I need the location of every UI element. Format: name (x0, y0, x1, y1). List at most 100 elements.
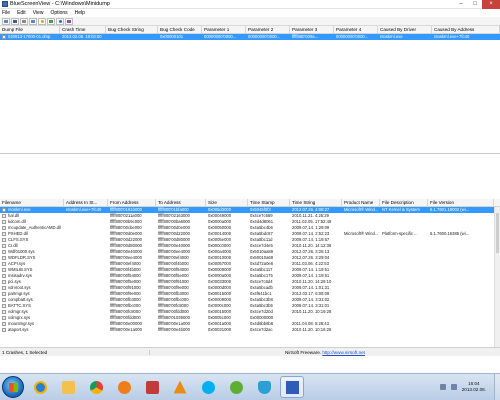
close-button[interactable]: × (482, 0, 500, 9)
file-icon (2, 286, 6, 290)
table-cell: 020813-17000-01.dmp (0, 34, 60, 40)
taskbar-folder-button[interactable] (56, 376, 80, 398)
status-credit: NirSoft Freeware. http://www.nirsoft.net (150, 350, 500, 355)
open-button[interactable] (2, 17, 10, 25)
start-button[interactable] (2, 376, 24, 398)
table-row[interactable]: ataport.sys fffff880'00e1a000 fffff880'00e… (0, 327, 500, 333)
table-cell: fffff880'00e1a000 (110, 327, 142, 332)
column-header[interactable]: Parameter 3 (290, 26, 334, 33)
clock[interactable]: 16:04 2013.02.08. (462, 381, 486, 393)
toolbar (0, 17, 500, 26)
dump-list-rows: 020813-17000-01.dmp 2013.02.08. 18:03:00 0… (0, 34, 500, 40)
taskbar-media-player-button[interactable] (112, 376, 136, 398)
status-count: 1 Crashes, 1 Selected (0, 349, 150, 355)
table-cell (380, 327, 428, 333)
taskbar-vlc-button[interactable] (168, 376, 192, 398)
splitter-area[interactable] (0, 154, 500, 199)
title-bar: BlueScreenView - C:\Windows\Minidump – □… (0, 0, 500, 9)
taskbar-bluescreenview-button[interactable] (280, 376, 304, 398)
tray-network-icon[interactable] (439, 384, 446, 390)
find-button[interactable] (38, 17, 46, 25)
show-desktop-button[interactable] (494, 374, 500, 400)
exit-button[interactable] (65, 17, 73, 25)
minimize-button[interactable]: – (454, 0, 468, 9)
tray-volume-icon[interactable] (450, 384, 457, 390)
menu-edit[interactable]: Edit (17, 10, 26, 16)
properties-icon (31, 19, 35, 23)
column-header[interactable]: Bug Check Code (158, 26, 202, 33)
column-header[interactable]: File Description (380, 199, 428, 206)
menu-file[interactable]: File (2, 10, 10, 16)
find-icon (40, 19, 44, 23)
column-header[interactable]: Parameter 2 (246, 26, 290, 33)
column-header[interactable]: Filename (0, 199, 64, 206)
column-header[interactable]: Size (206, 199, 248, 206)
app-icon (145, 380, 159, 394)
window-title: BlueScreenView - C:\Windows\Minidump (10, 1, 110, 7)
file-icon (2, 220, 6, 224)
dump-list-header: Dump File Crash Time Bug Check String Bug C… (0, 26, 500, 34)
column-header[interactable]: Dump File (0, 26, 60, 33)
file-icon (2, 226, 6, 230)
about-button[interactable] (56, 17, 64, 25)
taskbar-app-button[interactable] (140, 376, 164, 398)
windows-logo-icon (8, 382, 18, 392)
column-header[interactable]: Address In St... (64, 199, 108, 206)
table-cell: 0x00031000 (208, 327, 232, 332)
table-cell: fffff880'009a... (292, 34, 319, 39)
table-cell (106, 34, 158, 40)
column-header[interactable]: To Address (156, 199, 206, 206)
file-icon (2, 256, 6, 260)
table-row[interactable]: 020813-17000-01.dmp 2013.02.08. 18:03:00 0… (0, 34, 500, 40)
column-header[interactable]: File Version (428, 199, 494, 206)
properties-button[interactable] (29, 17, 37, 25)
bluescreenview-app-icon (2, 1, 8, 7)
column-header[interactable]: Time String (290, 199, 342, 206)
save-icon (13, 19, 17, 23)
desktop-strip (0, 356, 500, 373)
column-header[interactable]: Parameter 4 (334, 26, 378, 33)
table-cell: ntoskrnl.exe+7fc40 (434, 34, 470, 39)
table-cell (342, 327, 380, 333)
driver-list-rows: ntoskrnl.exe ntoskrnl.exe+7fc40 fffff800'0… (0, 207, 500, 333)
copy-button[interactable] (20, 17, 28, 25)
driver-list-scrollbar[interactable] (494, 207, 500, 347)
column-header[interactable]: Bug Check String (106, 26, 158, 33)
column-header[interactable]: Caused By Address (432, 26, 500, 33)
about-icon (58, 19, 62, 23)
taskbar-internet-explorer-button[interactable] (28, 376, 52, 398)
table-cell: 2013.02.08. 18:03:00 (62, 34, 102, 39)
menu-view[interactable]: View (33, 10, 44, 16)
file-icon (2, 298, 6, 302)
scrollbar-thumb[interactable] (496, 213, 499, 253)
taskbar-shield-button[interactable] (252, 376, 276, 398)
open-icon (4, 19, 8, 23)
column-header[interactable]: From Address (108, 199, 156, 206)
column-header[interactable]: Time Stamp (248, 199, 290, 206)
column-header[interactable]: Caused By Driver (378, 26, 432, 33)
file-icon (2, 328, 6, 332)
column-header[interactable]: Product Name (342, 199, 380, 206)
skype-icon (201, 380, 215, 394)
file-icon (2, 274, 6, 278)
table-cell (428, 327, 494, 333)
table-cell: 00000000'0000... (204, 34, 237, 39)
file-icon (2, 310, 6, 314)
html-report-button[interactable] (47, 17, 55, 25)
maximize-button[interactable]: □ (468, 0, 482, 9)
save-button[interactable] (11, 17, 19, 25)
taskbar-chrome-button[interactable] (84, 376, 108, 398)
file-icon (2, 268, 6, 272)
menu-options[interactable]: Options (50, 10, 67, 16)
file-icon (2, 250, 6, 254)
internet-explorer-icon (33, 380, 47, 394)
taskbar-skype-button[interactable] (196, 376, 220, 398)
table-cell: 2010.11.20. 10:16:28 (292, 327, 332, 332)
nirsoft-link[interactable]: http://www.nirsoft.net (322, 350, 365, 355)
menu-help[interactable]: Help (75, 10, 85, 16)
taskbar: 16:04 2013.02.08. (0, 373, 500, 400)
taskbar-utorrent-button[interactable] (224, 376, 248, 398)
table-cell: ataport.sys (0, 327, 64, 333)
column-header[interactable]: Parameter 1 (202, 26, 246, 33)
column-header[interactable]: Crash Time (60, 26, 106, 33)
